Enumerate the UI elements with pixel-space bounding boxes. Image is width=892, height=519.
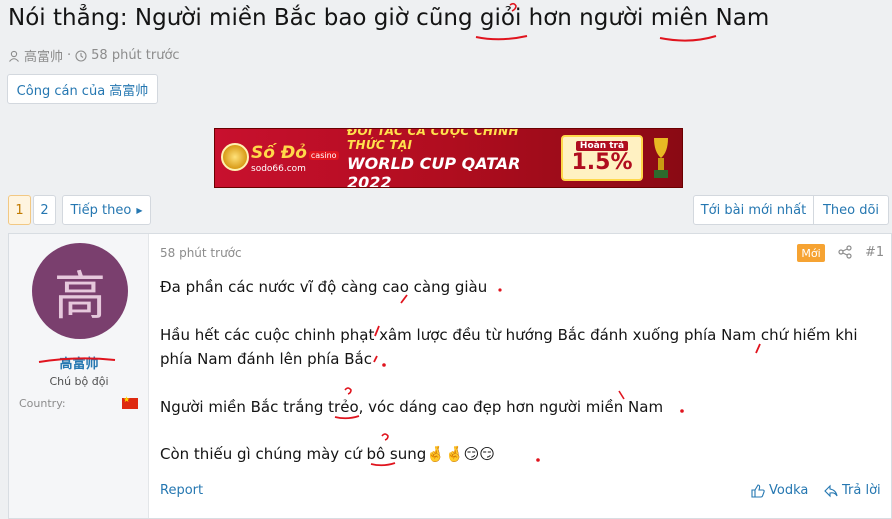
post-paragraph-1: Đa phần các nước vĩ độ càng cao càng già… [160, 278, 488, 296]
post-paragraph-3: Người miền Bắc trắng trẻo, vóc dáng cao … [160, 398, 664, 416]
share-icon[interactable] [838, 245, 852, 259]
china-flag-icon [122, 395, 138, 409]
thumbs-up-icon [751, 483, 765, 498]
banner-site: sodo66.com [251, 163, 306, 174]
banner-brand: Số Đỏ [251, 142, 307, 163]
thread-meta: 高富帅 · 58 phút trước [8, 46, 180, 65]
next-page-label: Tiếp theo [70, 202, 132, 218]
page-1-label: 1 [15, 202, 24, 218]
banner-brand-badge: casino [308, 150, 339, 160]
post-card: 高 高富帅 Chú bộ đội Country: 58 phút trước … [8, 233, 892, 519]
avatar-letter: 高 [53, 266, 106, 327]
page-1-button[interactable]: 1 [8, 195, 31, 225]
banner-cash-value: 1.5% [571, 150, 633, 175]
reply-button[interactable]: Trả lời [824, 483, 881, 498]
user-icon [9, 50, 19, 62]
clock-icon [75, 49, 87, 62]
reply-label: Trả lời [842, 483, 881, 498]
post-paragraph-2: Hầu hết các cuộc chinh phạt xâm lược đều… [160, 326, 858, 368]
jump-newest-label: Tới bài mới nhất [700, 202, 807, 218]
post-user-column: 高 高富帅 Chú bộ đội Country: [9, 234, 149, 518]
banner-logo: Số Đỏ casino sodo66.com [215, 129, 347, 187]
banner-line2: WORLD CUP QATAR 2022 [347, 154, 521, 188]
ad-banner[interactable]: Số Đỏ casino sodo66.com ĐỐI TÁC CÁ CƯỢC C… [214, 128, 683, 188]
casino-coin-icon [221, 143, 249, 171]
follow-button[interactable]: Theo dõi [813, 195, 889, 225]
thread-author[interactable]: 高富帅 [24, 46, 63, 65]
trophy-icon [643, 129, 679, 187]
page-2-button[interactable]: 2 [33, 195, 56, 225]
report-link[interactable]: Report [160, 483, 203, 498]
user-role: Chú bộ đội [49, 375, 109, 388]
banner-line1: ĐỐI TÁC CÁ CƯỢC CHÍNH THỨC TẠI [347, 128, 519, 152]
post-number[interactable]: #1 [865, 245, 884, 260]
avatar[interactable]: 高 [32, 243, 128, 339]
page-2-label: 2 [40, 202, 49, 218]
pagination: 1 2 Tiếp theo ▶ [8, 195, 151, 225]
country-label: Country: [19, 397, 66, 410]
post-time[interactable]: 58 phút trước [160, 246, 242, 260]
author-works-button[interactable]: Công cán của 高富帅 [7, 74, 158, 104]
caret-right-icon: ▶ [136, 205, 143, 215]
banner-headline: ĐỐI TÁC CÁ CƯỢC CHÍNH THỨC TẠI WORLD CUP… [347, 128, 561, 188]
author-works-label: Công cán của 高富帅 [16, 83, 149, 99]
next-page-button[interactable]: Tiếp theo ▶ [62, 195, 151, 225]
meta-separator: · [67, 48, 72, 63]
thread-time: 58 phút trước [91, 48, 180, 63]
reply-icon [824, 484, 838, 497]
post-paragraph-4: Còn thiếu gì chúng mày cứ bô sung🤞🤞😏😏 [160, 445, 495, 463]
react-label: Vodka [769, 483, 809, 498]
thread-title: Nói thẳng: Người miền Bắc bao giờ cũng g… [8, 5, 770, 31]
post-username[interactable]: 高富帅 [9, 353, 149, 372]
follow-label: Theo dõi [822, 202, 880, 218]
react-button[interactable]: Vodka [751, 483, 808, 498]
new-badge: Mới [797, 244, 825, 262]
banner-cashback: Hoàn trả 1.5% [561, 135, 643, 181]
jump-newest-button[interactable]: Tới bài mới nhất [693, 195, 814, 225]
